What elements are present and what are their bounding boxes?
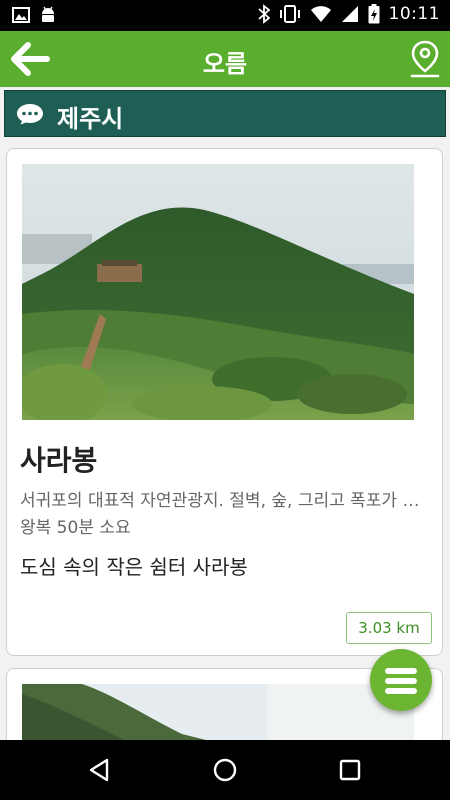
home-circle-icon[interactable] xyxy=(212,757,238,783)
app-bar: 오름 xyxy=(0,31,450,87)
android-icon xyxy=(42,6,54,22)
oreum-photo xyxy=(22,164,414,420)
clock: 10:11 xyxy=(388,4,440,24)
status-bar: 10:11 xyxy=(0,0,450,31)
recents-square-icon[interactable] xyxy=(337,757,363,783)
oreum-subtitle: 도심 속의 작은 쉼터 사라봉 xyxy=(20,555,248,579)
distance-badge: 3.03 km xyxy=(346,612,432,644)
oreum-list: 사라봉 서귀포의 대표적 자연관광지. 절벽, 숲, 그리고 폭포가 어우러진 … xyxy=(0,140,450,740)
region-header: 제주시 xyxy=(4,90,446,137)
oreum-name: 사라봉 xyxy=(20,444,98,477)
chat-bubble-icon xyxy=(17,104,43,125)
back-triangle-icon[interactable] xyxy=(87,757,113,783)
battery-charging-icon xyxy=(368,4,379,24)
menu-fab[interactable] xyxy=(370,649,432,711)
vibrate-icon xyxy=(279,5,300,23)
map-pin-icon[interactable] xyxy=(410,40,440,78)
region-label: 제주시 xyxy=(57,105,124,133)
signal-icon xyxy=(341,6,358,22)
wifi-icon xyxy=(310,6,331,22)
list-item[interactable]: 사라봉 서귀포의 대표적 자연관광지. 절벽, 숲, 그리고 폭포가 어우러진 … xyxy=(6,148,443,656)
oreum-description: 서귀포의 대표적 자연관광지. 절벽, 숲, 그리고 폭포가 어우러진 곳 xyxy=(20,491,430,511)
page-title: 오름 xyxy=(202,50,248,78)
image-icon xyxy=(12,7,30,23)
hike-duration: 왕복 50분 소요 xyxy=(20,518,131,538)
system-nav-bar xyxy=(0,740,450,800)
bluetooth-icon xyxy=(257,4,270,24)
oreum-photo xyxy=(22,684,414,740)
